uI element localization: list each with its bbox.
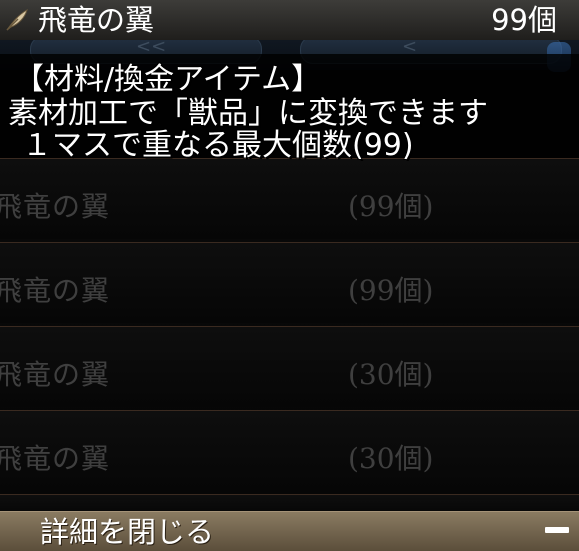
item-name: 飛竜の翼	[0, 442, 111, 475]
list-item[interactable]: 飛竜の翼 (99個)	[0, 242, 579, 323]
item-quantity: (99個)	[348, 274, 434, 307]
close-details-button[interactable]: 詳細を閉じる	[0, 511, 579, 551]
item-quantity: (30個)	[348, 442, 434, 475]
list-item[interactable]: 飛竜の翼 (99個)	[0, 158, 579, 239]
minus-icon[interactable]	[545, 527, 569, 533]
item-quantity-total: 99個	[491, 3, 557, 37]
item-name: 飛竜の翼	[0, 358, 111, 391]
item-quantity: (30個)	[348, 358, 434, 391]
item-description-panel: 【材料/換金アイテム】 素材加工で「獣品」に変換できます １マスで重なる最大個数…	[0, 54, 579, 163]
item-name: 飛竜の翼	[0, 274, 111, 307]
item-header: 飛竜の翼 99個	[0, 0, 579, 40]
item-quantity: (99個)	[348, 190, 434, 223]
close-details-label: 詳細を閉じる	[40, 515, 215, 549]
item-name: 飛竜の翼	[0, 190, 111, 223]
feather-icon	[6, 8, 28, 31]
item-title: 飛竜の翼	[38, 3, 155, 37]
list-item[interactable]: 飛竜の翼 (30個)	[0, 326, 579, 407]
description-line-2: １マスで重なる最大個数(99)	[22, 128, 414, 163]
list-item[interactable]: 飛竜の翼 (30個)	[0, 410, 579, 491]
